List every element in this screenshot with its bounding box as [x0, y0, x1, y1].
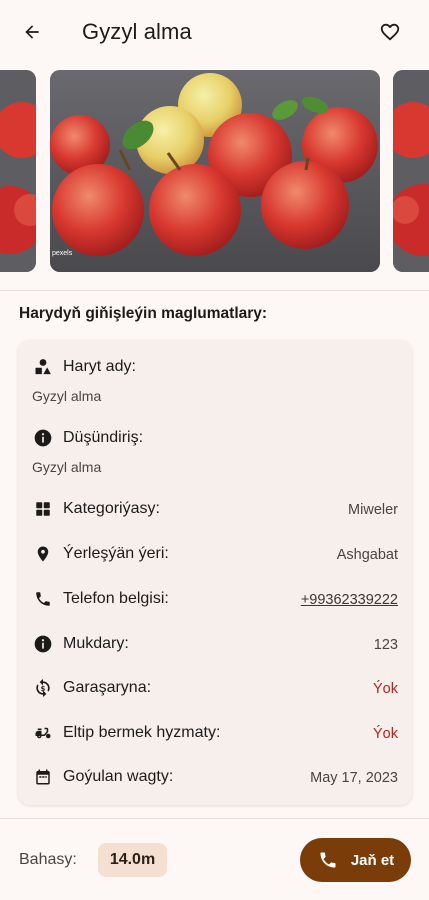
quantity-label: Mukdary:	[32, 633, 129, 655]
image-carousel[interactable]: pexels	[0, 70, 429, 272]
exchange-icon: $	[32, 677, 54, 699]
phone-icon	[32, 588, 54, 610]
quantity-value: 123	[373, 637, 398, 653]
calendar-icon	[32, 766, 54, 788]
info-icon	[32, 427, 54, 449]
description-value: Gyzyl alma	[32, 459, 102, 475]
description-label: Düşündiriş:	[32, 427, 143, 449]
call-button[interactable]: Jaň et	[300, 838, 411, 882]
heart-outline-icon	[380, 23, 400, 41]
posted-date-label: Goýulan wagty:	[32, 766, 173, 788]
phone-icon	[317, 849, 339, 871]
page-title: Gyzyl alma	[82, 19, 192, 44]
category-label: Kategoriýasy:	[32, 498, 160, 520]
delivery-icon	[32, 722, 54, 744]
gallery-image-next[interactable]	[393, 70, 429, 272]
app-bar: Gyzyl alma	[0, 0, 429, 64]
price-label: Bahasy:	[19, 851, 77, 868]
call-button-label: Jaň et	[350, 851, 395, 869]
arrow-left-icon	[25, 25, 39, 39]
location-label: Ýerleşýän ýeri:	[32, 543, 169, 565]
posted-date-value: May 17, 2023	[310, 770, 398, 786]
phone-label: Telefon belgisi:	[32, 588, 169, 610]
gallery-image-main[interactable]: pexels	[50, 70, 380, 272]
svg-text:$: $	[41, 685, 46, 693]
info-icon	[32, 633, 54, 655]
exchange-value: Ýok	[373, 681, 398, 697]
exchange-label: $ Garaşaryna:	[32, 677, 151, 699]
location-pin-icon	[32, 543, 54, 565]
details-heading: Harydyň giňişleýin maglumatlary:	[19, 305, 268, 322]
grid-icon	[32, 498, 54, 520]
product-name-value: Gyzyl alma	[32, 388, 102, 404]
delivery-label: Eltip bermek hyzmaty:	[32, 722, 220, 744]
favorite-button[interactable]	[377, 20, 403, 44]
divider	[0, 290, 429, 291]
delivery-value: Ýok	[373, 726, 398, 742]
shapes-icon	[32, 356, 54, 378]
details-card: Haryt ady: Gyzyl alma Düşündiriş: Gyzyl …	[18, 340, 412, 805]
back-button[interactable]	[18, 20, 46, 44]
gallery-image-previous[interactable]	[0, 70, 36, 272]
watermark-text: pexels	[52, 250, 73, 257]
location-value: Ashgabat	[336, 547, 398, 563]
phone-number-link[interactable]: +99362339222	[301, 592, 398, 608]
category-value: Miweler	[348, 502, 398, 518]
product-name-label: Haryt ady:	[32, 356, 136, 378]
price-chip: 14.0m	[98, 843, 167, 877]
